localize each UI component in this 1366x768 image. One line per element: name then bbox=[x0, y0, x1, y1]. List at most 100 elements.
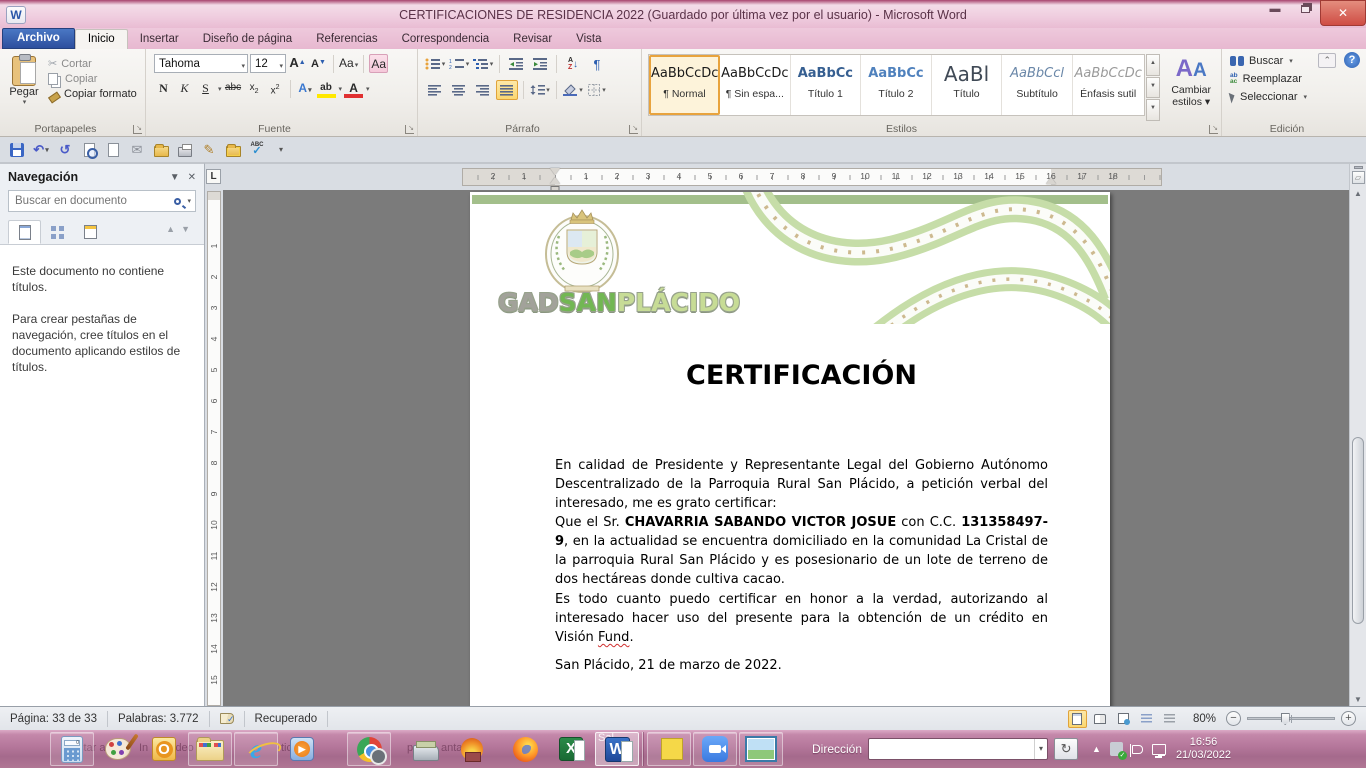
strikethrough-button[interactable]: abc bbox=[224, 79, 243, 98]
action-center-flag-icon[interactable] bbox=[1132, 745, 1143, 754]
tab-revisar[interactable]: Revisar bbox=[501, 30, 564, 49]
document-canvas[interactable]: GADSANPLÁCIDO CERTIFICACIÓN En calidad d… bbox=[223, 190, 1349, 706]
open-button[interactable] bbox=[152, 141, 170, 159]
outline-view-button[interactable] bbox=[1137, 710, 1156, 728]
sort-button[interactable]: AZ↓ bbox=[562, 54, 584, 74]
close-button[interactable]: ✕ bbox=[1320, 0, 1366, 26]
superscript-button[interactable]: x2 bbox=[266, 79, 285, 98]
zoom-in-button[interactable]: + bbox=[1341, 711, 1356, 726]
full-screen-reading-button[interactable] bbox=[1091, 710, 1110, 728]
taskbar-calculator-button[interactable]: 0 bbox=[50, 732, 94, 766]
new-document-button[interactable] bbox=[104, 141, 122, 159]
replace-button[interactable]: abacReemplazar bbox=[1230, 73, 1364, 85]
nav-search-box[interactable]: ▾ bbox=[8, 190, 196, 212]
paste-button[interactable]: Pegar▾ bbox=[2, 52, 46, 121]
ribbon-collapse-button[interactable]: ⌃ bbox=[1318, 53, 1336, 68]
tray-expand-button[interactable]: ▲ bbox=[1092, 744, 1101, 754]
zoom-slider[interactable] bbox=[1247, 717, 1335, 720]
tab-archivo[interactable]: Archivo bbox=[2, 28, 75, 49]
dialog-launcher-icon[interactable]: ↘ bbox=[1209, 125, 1218, 134]
taskbar-photo-viewer-button[interactable] bbox=[739, 732, 783, 766]
shading-button[interactable]: ▾ bbox=[562, 80, 584, 100]
align-center-button[interactable] bbox=[448, 80, 470, 100]
increase-indent-button[interactable] bbox=[529, 54, 551, 74]
help-icon[interactable]: ? bbox=[1344, 52, 1360, 68]
save-button[interactable] bbox=[8, 141, 26, 159]
taskbar-paint-button[interactable] bbox=[96, 732, 140, 766]
multilevel-list-button[interactable]: ▾ bbox=[472, 54, 494, 74]
style-titulo-1[interactable]: AaBbCcTítulo 1 bbox=[791, 55, 862, 115]
style-sin-espaciado[interactable]: AaBbCcDc¶ Sin espa... bbox=[720, 55, 791, 115]
right-indent-marker[interactable] bbox=[1046, 177, 1056, 184]
address-refresh-button[interactable]: ↻ bbox=[1054, 738, 1078, 760]
quick-print-button[interactable] bbox=[176, 141, 194, 159]
styles-scroll-down-button[interactable]: ▼ bbox=[1146, 77, 1161, 99]
nav-next-button[interactable]: ▼ bbox=[181, 224, 196, 234]
line-spacing-button[interactable]: ▾ bbox=[529, 80, 551, 100]
ruler-toggle-button[interactable]: ▱ bbox=[1352, 171, 1365, 184]
dialog-launcher-icon[interactable]: ↘ bbox=[629, 125, 638, 134]
scroll-up-button[interactable]: ▲ bbox=[1354, 189, 1362, 198]
bold-button[interactable]: N bbox=[154, 79, 173, 98]
search-icon[interactable] bbox=[174, 198, 181, 205]
underline-button[interactable]: S bbox=[196, 79, 215, 98]
status-recovered[interactable]: Recuperado bbox=[245, 711, 329, 727]
taskbar-fire-app-button[interactable] bbox=[450, 732, 494, 766]
taskbar-internet-explorer-button[interactable]: e bbox=[234, 732, 278, 766]
style-normal[interactable]: AaBbCcDc¶ Normal bbox=[649, 55, 720, 115]
tab-inicio[interactable]: Inicio bbox=[75, 29, 128, 49]
taskbar-chrome-button[interactable] bbox=[347, 732, 391, 766]
horizontal-ruler[interactable]: 21123456789101112131415161718 bbox=[462, 168, 1162, 186]
redo-button[interactable]: ↺ bbox=[56, 141, 74, 159]
scroll-thumb[interactable] bbox=[1352, 437, 1364, 624]
scroll-down-button[interactable]: ▼ bbox=[1354, 695, 1362, 704]
vertical-ruler[interactable]: 12345678910111213141516 bbox=[207, 191, 221, 706]
nav-tab-headings[interactable] bbox=[8, 220, 41, 244]
clear-formatting-button[interactable]: Aa bbox=[369, 54, 388, 73]
zoom-slider-handle[interactable] bbox=[1281, 713, 1290, 725]
style-titulo[interactable]: AaBlTítulo bbox=[932, 55, 1003, 115]
text-effects-button[interactable]: A▾ bbox=[296, 79, 315, 98]
taskbar-zoom-button[interactable] bbox=[693, 732, 737, 766]
font-size-combo[interactable]: 12▾ bbox=[250, 54, 286, 73]
align-right-button[interactable] bbox=[472, 80, 494, 100]
style-subtitulo[interactable]: AaBbCclSubtítulo bbox=[1002, 55, 1073, 115]
close-icon[interactable]: ✕ bbox=[188, 172, 196, 183]
qat-more-button[interactable]: ▾ bbox=[272, 141, 290, 159]
numbering-button[interactable]: 12▾ bbox=[448, 54, 470, 74]
tab-vista[interactable]: Vista bbox=[564, 30, 613, 49]
borders-button[interactable]: ▾ bbox=[586, 80, 608, 100]
font-name-combo[interactable]: Tahoma▾ bbox=[154, 54, 248, 73]
edit-button[interactable]: ✎ bbox=[200, 141, 218, 159]
style-enfasis-sutil[interactable]: AaBbCcDcÉnfasis sutil bbox=[1073, 55, 1144, 115]
print-layout-view-button[interactable] bbox=[1068, 710, 1087, 728]
status-page-count[interactable]: Página: 33 de 33 bbox=[0, 711, 108, 727]
network-tray-icon[interactable] bbox=[1152, 744, 1166, 755]
document-page[interactable]: GADSANPLÁCIDO CERTIFICACIÓN En calidad d… bbox=[470, 192, 1110, 706]
status-proofing[interactable] bbox=[210, 711, 245, 727]
taskbar-clock[interactable]: 16:56 21/03/2022 bbox=[1176, 736, 1231, 762]
tab-correspondencia[interactable]: Correspondencia bbox=[390, 30, 502, 49]
align-left-button[interactable] bbox=[424, 80, 446, 100]
subscript-button[interactable]: x2 bbox=[245, 79, 264, 98]
tab-selector[interactable]: L bbox=[206, 169, 221, 184]
nav-previous-button[interactable]: ▲ bbox=[166, 224, 181, 234]
decrease-indent-button[interactable] bbox=[505, 54, 527, 74]
cut-button[interactable]: ✂Cortar bbox=[48, 57, 137, 70]
font-color-button[interactable]: A bbox=[344, 79, 363, 98]
taskbar-word-button[interactable]: W bbox=[595, 732, 639, 766]
zoom-level[interactable]: 80% bbox=[1193, 713, 1216, 725]
status-word-count[interactable]: Palabras: 3.772 bbox=[108, 711, 210, 727]
address-input[interactable] bbox=[869, 740, 1034, 758]
address-dropdown-icon[interactable]: ▾ bbox=[1034, 739, 1047, 759]
spelling-grammar-button[interactable]: ABC✓ bbox=[248, 141, 266, 159]
tab-insertar[interactable]: Insertar bbox=[128, 30, 191, 49]
taskbar-scanner-button[interactable] bbox=[404, 732, 448, 766]
styles-gallery-more-button[interactable]: ▼ bbox=[1146, 99, 1161, 121]
undo-button[interactable]: ↶▾ bbox=[32, 141, 50, 159]
style-titulo-2[interactable]: AaBbCcTítulo 2 bbox=[861, 55, 932, 115]
tab-referencias[interactable]: Referencias bbox=[304, 30, 389, 49]
address-bar[interactable]: ▾ bbox=[868, 738, 1048, 760]
chevron-down-icon[interactable]: ▼ bbox=[170, 172, 180, 183]
zoom-out-button[interactable]: − bbox=[1226, 711, 1241, 726]
